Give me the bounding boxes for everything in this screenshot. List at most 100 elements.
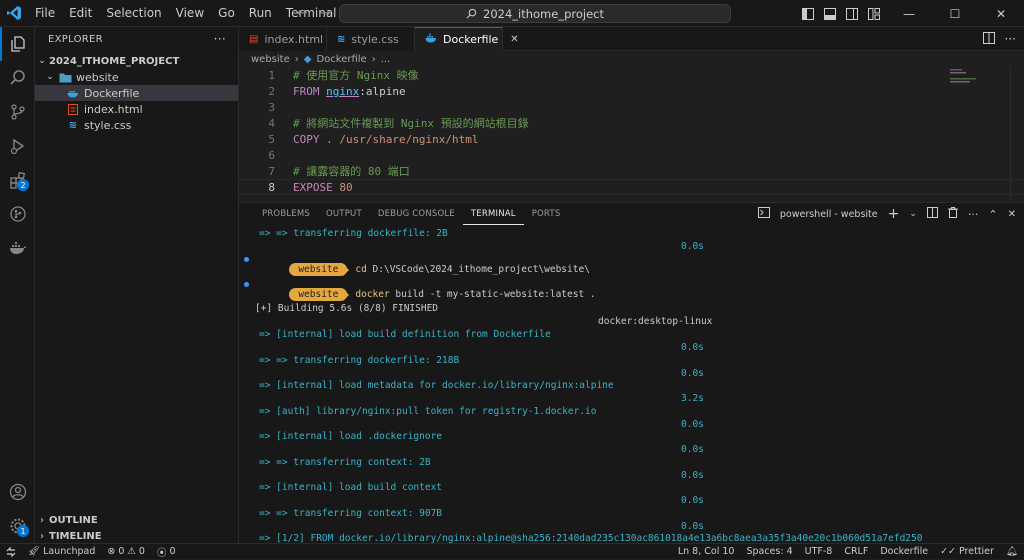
remote-indicator-icon[interactable] <box>0 543 22 560</box>
explorer-sidebar: EXPLORER ··· ⌄ 2024_ITHOME_PROJECT ⌄ web… <box>35 27 239 543</box>
more-actions-icon[interactable]: ··· <box>968 208 979 221</box>
rocket-icon: 🚀︎ <box>28 546 41 557</box>
source-control-icon[interactable] <box>0 95 35 129</box>
breadcrumb-folder[interactable]: website <box>251 54 290 65</box>
menu-item-view[interactable]: View <box>169 0 211 27</box>
ports-count: 0 <box>169 546 176 557</box>
build-step: => [internal] load .dockerignore <box>259 431 443 442</box>
file-item[interactable]: ≋ style.css <box>35 117 238 133</box>
terminal-shell-icon <box>757 207 770 221</box>
close-window-icon[interactable]: ✕ <box>978 0 1024 27</box>
ports-status[interactable]: ⦿ 0 <box>151 545 182 559</box>
panel-tab-output[interactable]: OUTPUT <box>318 203 370 225</box>
code-editor[interactable]: 1 # 使用官方 Nginx 映像 2 FROM nginx:alpine 3 4 # 將網… <box>239 67 1024 195</box>
code-token: nginx <box>326 84 360 98</box>
indentation[interactable]: Spaces: 4 <box>740 546 798 557</box>
prettier-status[interactable]: ✓✓ Prettier <box>934 546 1000 557</box>
timeline-section[interactable]: › TIMELINE <box>35 528 239 544</box>
docker-icon[interactable] <box>0 231 35 265</box>
more-actions-icon[interactable]: ··· <box>1005 32 1016 46</box>
maximize-window-icon[interactable]: ☐ <box>932 0 978 27</box>
build-step: => [internal] load build context <box>259 482 443 493</box>
line-number: 5 <box>268 132 275 146</box>
css-file-icon: ≋ <box>337 33 346 45</box>
menu-item-go[interactable]: Go <box>211 0 242 27</box>
end-of-line[interactable]: CRLF <box>838 546 874 557</box>
close-tab-icon[interactable]: ✕ <box>510 34 518 45</box>
file-label: Dockerfile <box>84 86 140 100</box>
maximize-panel-icon[interactable]: ⌃ <box>988 208 997 221</box>
code-token: # 將網站文件複製到 Nginx 預設的網站根目錄 <box>293 117 529 130</box>
chevron-right-icon: › <box>40 514 44 526</box>
chevron-down-icon[interactable]: ⌄ <box>909 209 917 219</box>
file-item[interactable]: index.html <box>35 101 238 117</box>
new-terminal-icon[interactable]: + <box>888 206 900 222</box>
minimize-window-icon[interactable]: — <box>886 0 932 27</box>
prettier-label: Prettier <box>958 546 994 557</box>
encoding[interactable]: UTF-8 <box>799 546 839 557</box>
back-arrow-icon[interactable]: ← <box>297 6 308 21</box>
run-debug-icon[interactable] <box>0 129 35 163</box>
git-graph-icon[interactable] <box>0 197 35 231</box>
chevron-down-icon: ⌄ <box>38 56 46 66</box>
toggle-secondary-sidebar-icon[interactable] <box>842 0 861 27</box>
toggle-primary-sidebar-icon[interactable] <box>798 0 817 27</box>
language-mode[interactable]: Dockerfile <box>874 546 934 557</box>
breadcrumb-file[interactable]: Dockerfile <box>316 54 366 65</box>
menu-bar: FileEditSelectionViewGoRunTerminalHelp <box>28 0 385 27</box>
build-step: => => transferring dockerfile: 218B <box>259 354 460 366</box>
trash-icon[interactable] <box>947 207 958 221</box>
explorer-icon[interactable] <box>0 27 35 61</box>
toggle-panel-icon[interactable] <box>820 0 839 27</box>
build-step: => [internal] load build definition from… <box>259 329 551 340</box>
tab-index-html[interactable]: ▤ index.html <box>239 27 327 51</box>
menu-item-run[interactable]: Run <box>242 0 279 27</box>
forward-arrow-icon[interactable]: → <box>320 6 331 21</box>
cursor-position[interactable]: Ln 8, Col 10 <box>672 546 741 557</box>
accounts-icon[interactable] <box>0 475 35 509</box>
warning-icon: ⚠ <box>127 546 136 557</box>
file-item[interactable]: Dockerfile <box>35 85 238 101</box>
close-panel-icon[interactable]: ✕ <box>1008 209 1016 220</box>
status-bar: 🚀︎ Launchpad ⊗ 0 ⚠ 0 ⦿ 0 Ln 8, Col 10 Space… <box>0 543 1024 560</box>
line-number: 3 <box>268 100 275 114</box>
search-icon[interactable] <box>0 61 35 95</box>
line-number: 8 <box>268 180 275 194</box>
panel-tab-problems[interactable]: PROBLEMS <box>254 203 318 225</box>
menu-item-selection[interactable]: Selection <box>99 0 168 27</box>
tab-dockerfile[interactable]: Dockerfile ✕ <box>415 27 519 51</box>
panel-tab-debug-console[interactable]: DEBUG CONSOLE <box>370 203 463 225</box>
split-editor-icon[interactable] <box>982 31 995 47</box>
customize-layout-icon[interactable] <box>864 0 883 27</box>
split-terminal-icon[interactable] <box>926 207 938 221</box>
build-step-time: 0.0s <box>681 444 704 455</box>
terminal-name[interactable]: powershell - website <box>780 209 878 220</box>
terminal-line: docker:desktop-linux <box>598 316 713 327</box>
command-name: cd <box>355 264 367 275</box>
breadcrumb-tail[interactable]: ... <box>381 54 391 65</box>
code-line: 1 # 使用官方 Nginx 映像 <box>239 67 1024 83</box>
command-center[interactable]: 2024_ithome_project <box>339 4 731 23</box>
launchpad-status[interactable]: 🚀︎ Launchpad <box>22 546 101 557</box>
extensions-icon[interactable]: 2 <box>0 163 35 197</box>
manage-gear-icon[interactable]: 1 <box>0 509 35 543</box>
menu-item-edit[interactable]: Edit <box>62 0 99 27</box>
notifications-bell-icon[interactable]: 🔔︎ <box>1000 546 1024 557</box>
code-line: 6 <box>239 147 1024 163</box>
build-step-time: 0.0s <box>681 342 704 353</box>
tab-style-css[interactable]: ≋ style.css <box>327 27 415 51</box>
code-text: # 將網站文件複製到 Nginx 預設的網站根目錄 <box>293 115 529 131</box>
problems-status[interactable]: ⊗ 0 ⚠ 0 <box>101 546 151 557</box>
editor-scrollbar[interactable] <box>1010 67 1024 202</box>
command-args: build -t my-static-website:latest . <box>389 289 596 300</box>
outline-section[interactable]: › OUTLINE <box>35 512 239 528</box>
command-name: docker <box>355 289 390 300</box>
menu-item-file[interactable]: File <box>28 0 62 27</box>
folder-website[interactable]: ⌄ website <box>35 69 238 85</box>
minimap[interactable] <box>950 69 1010 109</box>
broadcast-icon: ⦿ <box>156 547 167 559</box>
more-actions-icon[interactable]: ··· <box>214 32 226 46</box>
panel-tab-terminal[interactable]: TERMINAL <box>462 203 524 225</box>
panel-tab-ports[interactable]: PORTS <box>524 203 569 225</box>
project-root[interactable]: ⌄ 2024_ITHOME_PROJECT <box>35 53 238 69</box>
